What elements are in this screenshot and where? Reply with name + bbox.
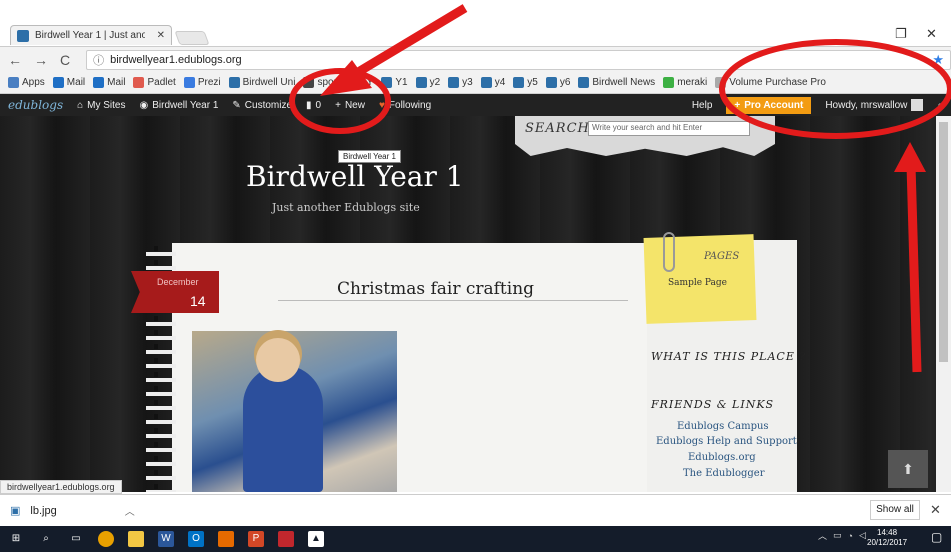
battery-icon[interactable]: ▭ [833,530,842,541]
annotation-overlay [289,4,951,373]
word-icon[interactable]: W [158,531,174,547]
notification-icon[interactable]: ▢ [931,530,942,544]
download-filename: lb.jpg [30,504,57,517]
app-red-icon[interactable] [278,531,294,547]
download-item[interactable]: ▣ lb.jpg [10,504,57,518]
image-file-icon: ▣ [10,505,21,517]
annotation-arrow-diagonal [342,4,468,84]
powerpoint-icon[interactable]: P [248,531,264,547]
file-explorer-icon[interactable] [128,531,144,547]
windows-taskbar: ⊞ ⌕ ▭ W O P ▲ [0,526,951,552]
vlc-icon[interactable] [218,531,234,547]
annotation-arrowhead-vertical [894,142,926,172]
wifi-icon[interactable]: ◔ [848,531,853,541]
outlook-icon[interactable]: O [188,531,204,547]
task-view-icon[interactable]: ▭ [68,531,84,547]
clock-date: 20/12/2017 [867,538,908,547]
chrome-icon[interactable] [98,531,114,547]
annotation-ring-account [719,39,951,139]
windows-start-icon[interactable]: ⊞ [8,531,24,547]
chevron-up-icon[interactable]: ︿ [125,503,135,518]
annotation-arrow-vertical [906,164,922,373]
system-tray[interactable]: ︿ ▭ ◔ ◁ [818,529,866,542]
photos-icon[interactable]: ▲ [308,531,324,547]
show-all-button[interactable]: Show all [870,500,920,520]
clock-time: 14:48 [877,528,898,537]
close-download-bar-icon[interactable]: ✕ [930,502,941,518]
download-bar: ▣ lb.jpg ︿ [0,494,951,526]
search-icon[interactable]: ⌕ [38,531,54,547]
volume-icon[interactable]: ◁ [859,530,866,541]
clock[interactable]: 14:48 20/12/2017 [867,528,907,548]
chevron-up-icon[interactable]: ︿ [818,529,827,542]
